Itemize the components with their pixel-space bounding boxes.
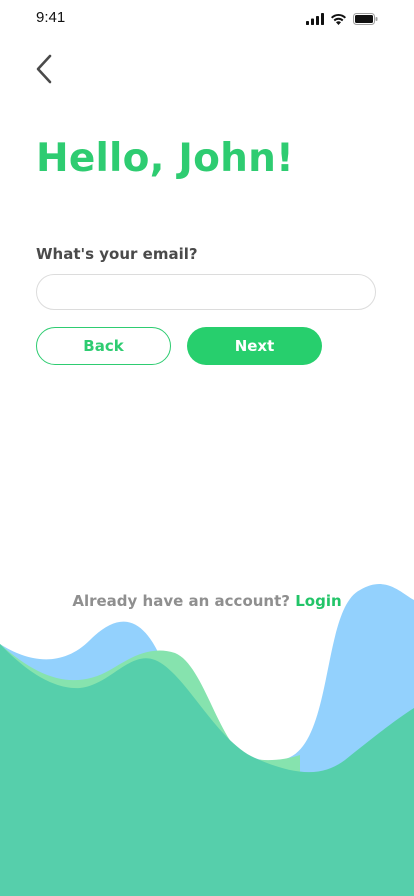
email-input[interactable]	[36, 274, 376, 310]
next-button[interactable]: Next	[187, 327, 322, 365]
battery-icon	[353, 13, 378, 25]
decorative-waves	[0, 584, 414, 896]
back-nav-button[interactable]	[30, 52, 62, 86]
email-label: What's your email?	[36, 245, 198, 263]
status-bar: 9:41	[0, 0, 414, 40]
status-time: 9:41	[36, 9, 66, 26]
login-link[interactable]: Login	[295, 592, 341, 610]
signal-icon	[306, 13, 324, 25]
back-button[interactable]: Back	[36, 327, 171, 365]
greeting-title: Hello, John!	[36, 136, 295, 181]
status-icons	[306, 12, 378, 26]
chevron-left-icon	[36, 54, 52, 84]
login-prompt-row: Already have an account? Login	[0, 592, 414, 610]
login-prompt-text: Already have an account?	[72, 592, 290, 610]
wifi-icon	[331, 13, 346, 25]
